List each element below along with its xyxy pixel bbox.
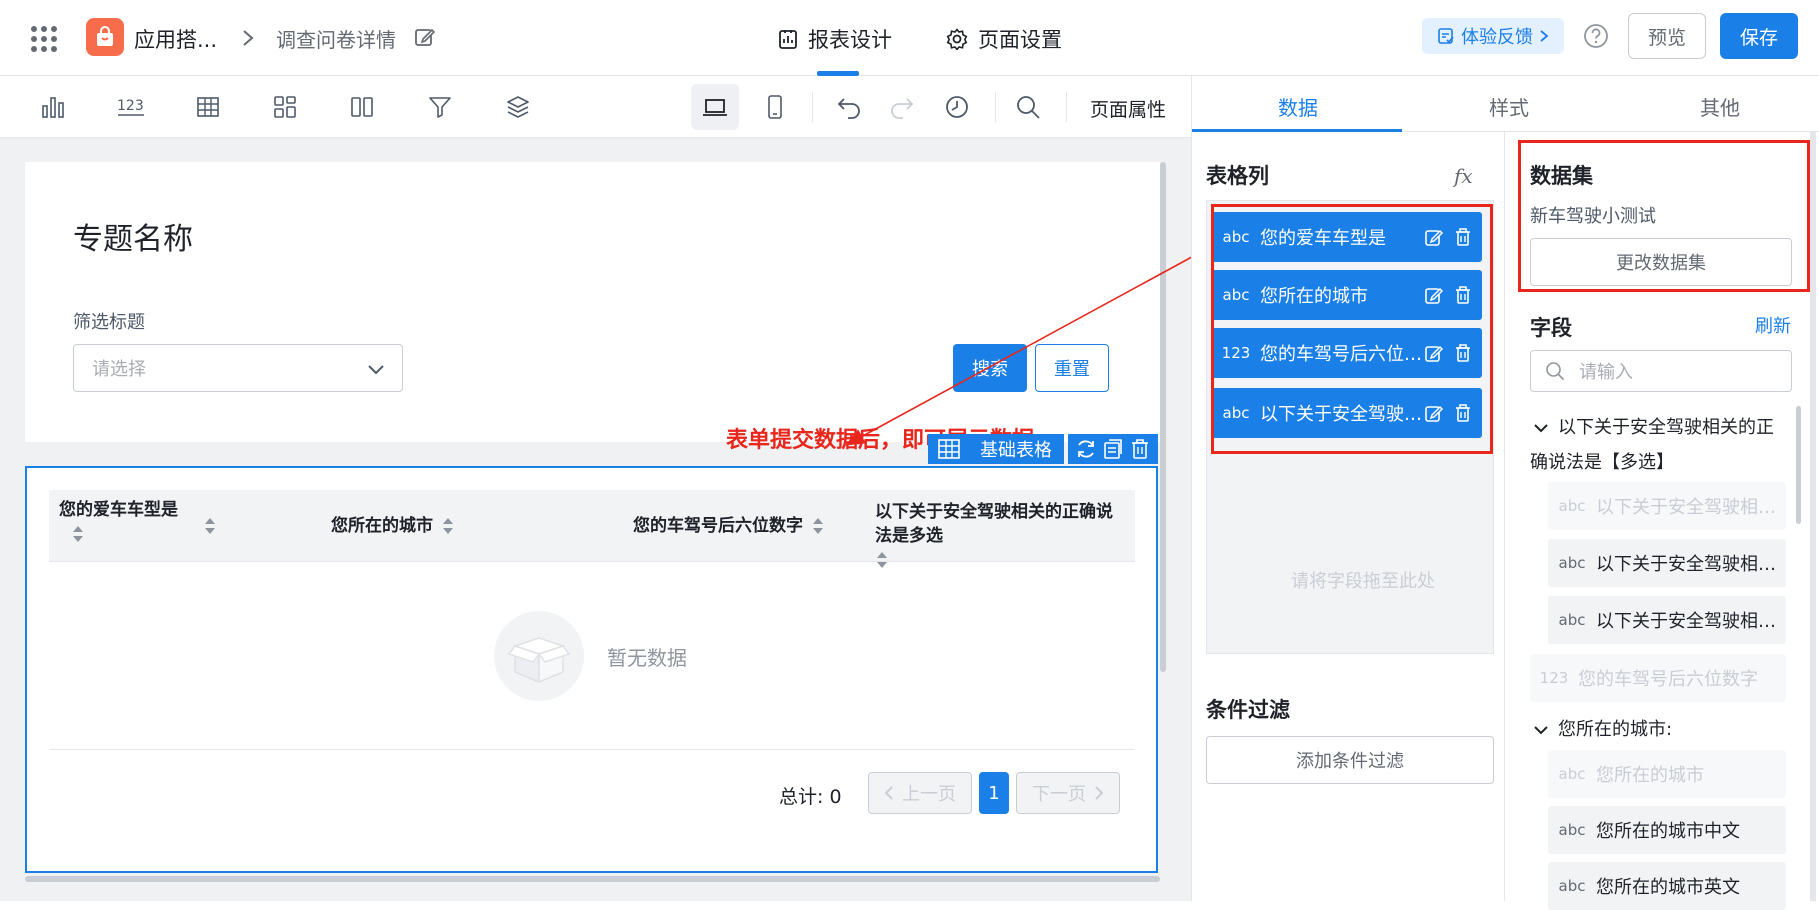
highlight-box-dataset [1518,140,1810,292]
history-icon[interactable] [944,94,970,120]
columns-icon[interactable] [349,94,375,120]
feedback-icon [1438,28,1454,44]
field-type-badge: abc [1558,611,1586,629]
edit-icon[interactable] [414,26,436,48]
tab-data[interactable]: 数据 [1278,92,1318,121]
design-canvas: 专题名称 筛选标题 请选择 搜索 重置 表单提交数据后，即可展示数据 基础表格 … [0,138,1191,901]
tab-page-settings-label: 页面设置 [978,28,1062,52]
field-item[interactable]: 123 您的车驾号后六位数字 [1530,654,1786,702]
top-bar: 应用搭... 调查问卷详情 报表设计 页面设置 体验反馈 预览 保存 [0,0,1819,76]
redo-icon[interactable] [889,94,915,120]
field-group-label-cont: 确说法是【多选】 [1530,452,1674,473]
panel-scrollbar-track[interactable] [1810,132,1816,901]
field-type-badge: abc [1558,497,1586,515]
table-icon[interactable] [195,94,221,120]
field-type-badge: abc [1558,877,1586,895]
apps-grid-icon[interactable] [30,25,58,53]
field-search-placeholder: 请输入 [1579,362,1633,383]
app-logo [86,18,124,56]
number-card-icon[interactable]: 123 [116,94,146,120]
annotation-arrow [845,256,1191,446]
toolbar-divider [812,92,813,122]
layout-grid-icon[interactable] [272,94,298,120]
search-icon [1546,362,1565,381]
save-button[interactable]: 保存 [1720,13,1798,59]
help-icon[interactable] [1582,22,1610,50]
field-type-badge: 123 [1539,669,1569,687]
toolbar-divider [1066,92,1067,122]
field-item-label: 以下关于安全驾驶相关的正确说法是 [1596,611,1786,632]
field-item[interactable]: abc 以下关于安全驾驶相关的正确说法是 [1548,539,1786,587]
field-item-label: 您所在的城市英文 [1596,877,1740,898]
svg-text:123: 123 [117,98,144,114]
field-group-header[interactable]: 以下关于安全驾驶相关的正 [1532,410,1774,445]
field-item[interactable]: abc 您所在的城市英文 [1548,862,1786,910]
field-item-label: 您所在的城市 [1596,765,1704,786]
condition-filter-title: 条件过滤 [1206,698,1290,722]
dropzone-hint: 请将字段拖至此处 [1291,571,1435,592]
field-search-input[interactable]: 请输入 [1530,350,1792,392]
chevron-down-icon [1534,726,1548,735]
field-group-label: 以下关于安全驾驶相关的正 [1558,417,1774,438]
field-item-label: 以下关于安全驾驶相关的正确说法是 [1596,497,1786,518]
field-item[interactable]: abc 以下关于安全驾驶相关的正确说法是 [1548,482,1786,530]
field-item[interactable]: abc 您所在的城市 [1548,750,1786,798]
highlight-box-columns [1211,204,1493,454]
table-columns-title: 表格列 [1206,164,1269,188]
chevron-down-icon [1534,424,1548,433]
page-properties-button[interactable]: 页面属性 [1090,95,1166,122]
mobile-icon[interactable] [762,94,788,120]
gear-icon [946,28,968,50]
fields-scrollbar[interactable] [1796,406,1801,524]
field-item-label: 您的车驾号后六位数字 [1578,669,1758,690]
refresh-link[interactable]: 刷新 [1755,312,1791,338]
field-type-badge: abc [1558,554,1586,572]
toolbar-divider [995,92,996,122]
report-icon [779,30,797,49]
field-group-label: 您所在的城市: [1558,719,1673,740]
app-name[interactable]: 应用搭... [134,24,217,54]
feedback-label: 体验反馈 [1461,27,1533,48]
tab-report-design[interactable]: 报表设计 [778,24,892,54]
formula-icon[interactable]: fx [1454,164,1473,188]
bar-chart-icon[interactable] [40,94,66,120]
tab-style[interactable]: 样式 [1489,92,1529,121]
feedback-button[interactable]: 体验反馈 [1422,18,1564,54]
fields-title: 字段 [1530,316,1572,340]
field-type-badge: abc [1558,765,1586,783]
chevron-right-icon [1540,30,1549,42]
field-item[interactable]: abc 您所在的城市中文 [1548,806,1786,854]
add-condition-button[interactable]: 添加条件过滤 [1206,736,1494,784]
active-tab-indicator [1192,129,1402,132]
component-toolbar: 123 页面属性 [0,76,1191,138]
field-item-label: 以下关于安全驾驶相关的正确说法是 [1596,554,1786,575]
filter-icon[interactable] [427,94,453,120]
preview-button[interactable]: 预览 [1628,13,1706,59]
field-item-label: 您所在的城市中文 [1596,821,1740,842]
tab-report-design-label: 报表设计 [808,28,892,52]
panel-divider [1504,132,1505,901]
chevron-right-icon [240,28,256,48]
field-type-badge: abc [1558,821,1586,839]
undo-icon[interactable] [836,94,862,120]
panel-tabs: 数据 样式 其他 [1192,76,1819,132]
properties-panel: 数据 样式 其他 表格列 fx 请将字段拖至此处 abc 您的爱车车型是 abc… [1191,76,1819,910]
breadcrumb-page[interactable]: 调查问卷详情 [276,24,396,53]
shopping-bag-icon [97,26,113,46]
field-item[interactable]: abc 以下关于安全驾驶相关的正确说法是 [1548,596,1786,644]
tab-page-settings[interactable]: 页面设置 [946,24,1062,54]
search-icon[interactable] [1015,94,1041,120]
field-group-header[interactable]: 您所在的城市: [1532,712,1672,747]
tab-other[interactable]: 其他 [1700,92,1740,121]
desktop-icon[interactable] [702,94,728,120]
layers-icon[interactable] [505,94,531,120]
